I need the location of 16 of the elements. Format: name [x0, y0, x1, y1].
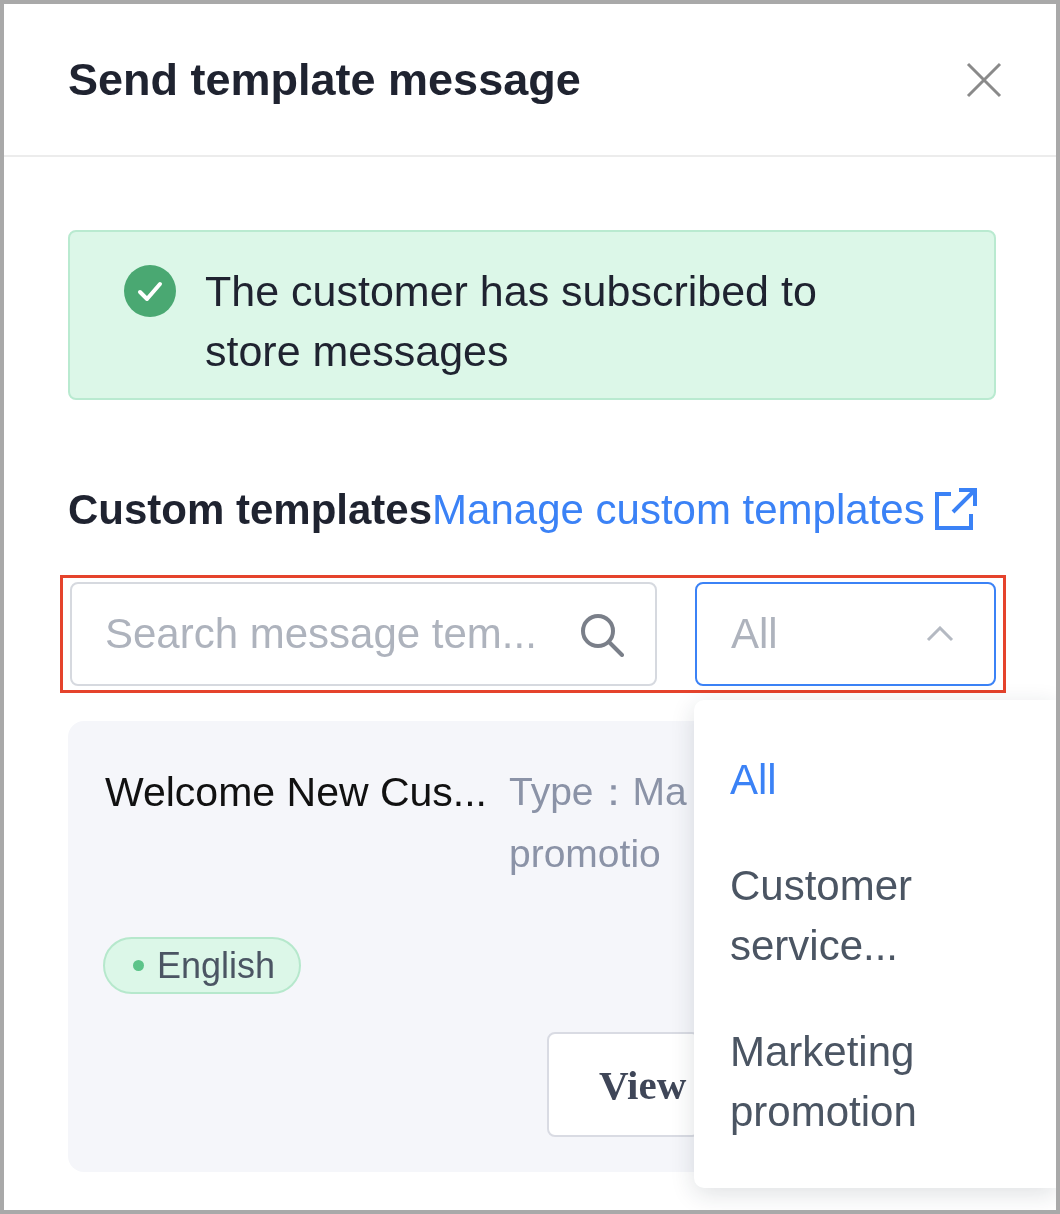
template-type: Type：Ma promotio	[509, 769, 687, 877]
dropdown-option[interactable]: Customer service...	[730, 833, 1020, 999]
manage-templates-link[interactable]: Manage custom templates	[432, 486, 979, 534]
close-icon[interactable]	[966, 61, 1002, 98]
dot-icon	[133, 960, 144, 971]
dropdown-option[interactable]: All	[730, 727, 1020, 833]
language-text: English	[157, 944, 276, 987]
caret-icon	[926, 626, 954, 642]
search-icon	[580, 613, 624, 657]
alert-message: The customer has subscribed to store messages	[205, 266, 818, 377]
check-circle-icon	[124, 265, 176, 317]
section-title: Custom templates	[68, 486, 433, 534]
dialog-title: Send template message	[68, 53, 581, 106]
dropdown-option[interactable]: Marketing promotion	[730, 999, 1020, 1165]
search-field[interactable]: Search message tem...	[70, 582, 657, 686]
template-name: Welcome New Cus...	[105, 769, 487, 815]
